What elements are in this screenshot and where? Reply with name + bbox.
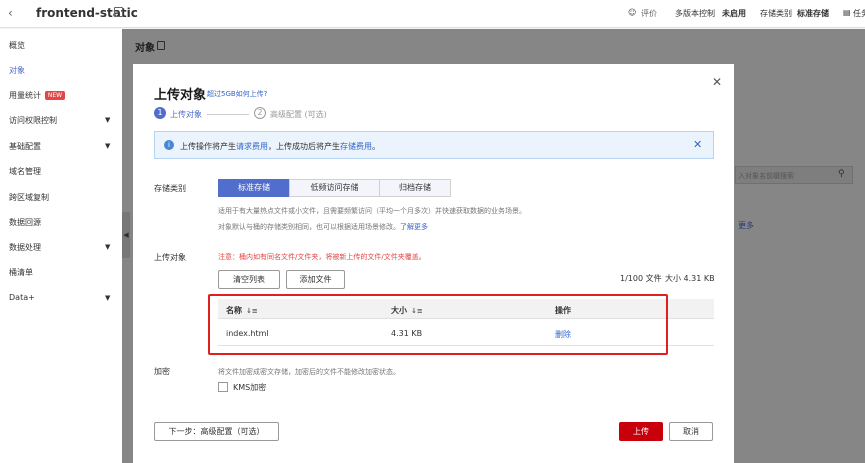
- sidebar-item-domain[interactable]: 域名管理: [9, 166, 41, 177]
- sidebar-item-overview[interactable]: 概览: [9, 40, 25, 51]
- dialog-title: 上传对象: [154, 88, 207, 103]
- task-icon[interactable]: ▤: [843, 8, 851, 17]
- sidebar-item-usage[interactable]: 用量统计: [9, 90, 41, 101]
- cancel-button[interactable]: 取消: [669, 422, 713, 441]
- highlight-box: [208, 294, 668, 355]
- top-bar: ‹ frontend-static ☺ 评价 多版本控制 未启用 存储类别 标准…: [0, 0, 865, 28]
- step-2-badge: 2: [254, 107, 266, 119]
- sidebar-item-data-processing[interactable]: 数据处理: [9, 242, 41, 253]
- storage-option-standard[interactable]: 标准存储: [218, 179, 290, 197]
- info-icon: i: [164, 140, 174, 150]
- total-size: 大小 4.31 KB: [665, 274, 715, 283]
- add-file-button[interactable]: 添加文件: [286, 270, 345, 289]
- storage-class-value: 标准存储: [797, 9, 829, 18]
- chevron-left-icon[interactable]: ‹: [8, 6, 13, 20]
- upload-button[interactable]: 上传: [619, 422, 663, 441]
- sidebar-item-inventory[interactable]: 桶清单: [9, 267, 33, 278]
- learn-more-link[interactable]: 了解更多: [400, 223, 428, 231]
- storage-hint-2: 对象默认与桶的存储类别相同，也可以根据适用场景修改。了解更多: [218, 223, 428, 231]
- sidebar-item-basic-config[interactable]: 基础配置: [9, 141, 41, 152]
- file-count: 1/100 文件: [620, 274, 662, 283]
- clear-list-button[interactable]: 清空列表: [218, 270, 280, 289]
- sidebar-item-back-to-source[interactable]: 数据回源: [9, 217, 41, 228]
- smile-icon: ☺: [628, 8, 637, 17]
- eval-link[interactable]: 评价: [641, 8, 657, 19]
- kms-label: KMS加密: [233, 383, 267, 392]
- close-icon[interactable]: ✕: [712, 75, 722, 89]
- overwrite-warning: 注意：桶内如有同名文件/文件夹，将被新上传的文件/文件夹覆盖。: [218, 253, 426, 261]
- step-1-label: 上传对象: [170, 110, 202, 119]
- storage-hint-1: 适用于有大量热点文件或小文件，且需要频繁访问（平均一个月多次）并快速获取数据的业…: [218, 207, 526, 215]
- close-icon[interactable]: ✕: [693, 138, 702, 151]
- storage-fee-link[interactable]: 存储费用: [340, 142, 372, 151]
- storage-class-field-label: 存储类别: [154, 184, 186, 193]
- chevron-down-icon: ▼: [105, 243, 111, 251]
- sidebar-item-objects[interactable]: 对象: [9, 65, 25, 76]
- chevron-down-icon: ▼: [105, 116, 111, 124]
- encryption-field-label: 加密: [154, 367, 170, 376]
- chevron-down-icon: ▼: [105, 294, 111, 302]
- multi-version-label: 多版本控制: [675, 9, 715, 18]
- sidebar-item-replication[interactable]: 跨区域复制: [9, 192, 49, 203]
- task-link[interactable]: 任务: [853, 8, 865, 19]
- multi-version-state: 未启用: [722, 9, 746, 18]
- next-step-button[interactable]: 下一步：高级配置（可选）: [154, 422, 279, 441]
- chevron-down-icon: ▼: [105, 142, 111, 150]
- storage-class-label: 存储类别: [760, 9, 792, 18]
- kms-checkbox[interactable]: [218, 382, 228, 392]
- upload-dialog: [133, 64, 734, 463]
- step-divider: [207, 114, 249, 115]
- new-badge: NEW: [45, 91, 65, 100]
- storage-option-infrequent[interactable]: 低频访问存储: [289, 179, 380, 197]
- storage-option-archive[interactable]: 归档存储: [379, 179, 451, 197]
- copy-icon[interactable]: [114, 7, 123, 17]
- info-text: 上传操作将产生请求费用，上传成功后将产生存储费用。: [180, 142, 380, 151]
- encryption-hint: 将文件加密成密文存储，加密后的文件不能修改加密状态。: [218, 368, 400, 376]
- sidebar-item-data-plus[interactable]: Data+: [9, 293, 35, 302]
- step-2-label: 高级配置 (可选): [270, 110, 327, 119]
- step-1-badge: 1: [154, 107, 166, 119]
- request-fee-link[interactable]: 请求费用: [236, 142, 268, 151]
- large-upload-help-link[interactable]: 超过5GB如何上传?: [207, 89, 267, 99]
- sidebar-item-access[interactable]: 访问权限控制: [9, 115, 57, 126]
- upload-field-label: 上传对象: [154, 253, 186, 262]
